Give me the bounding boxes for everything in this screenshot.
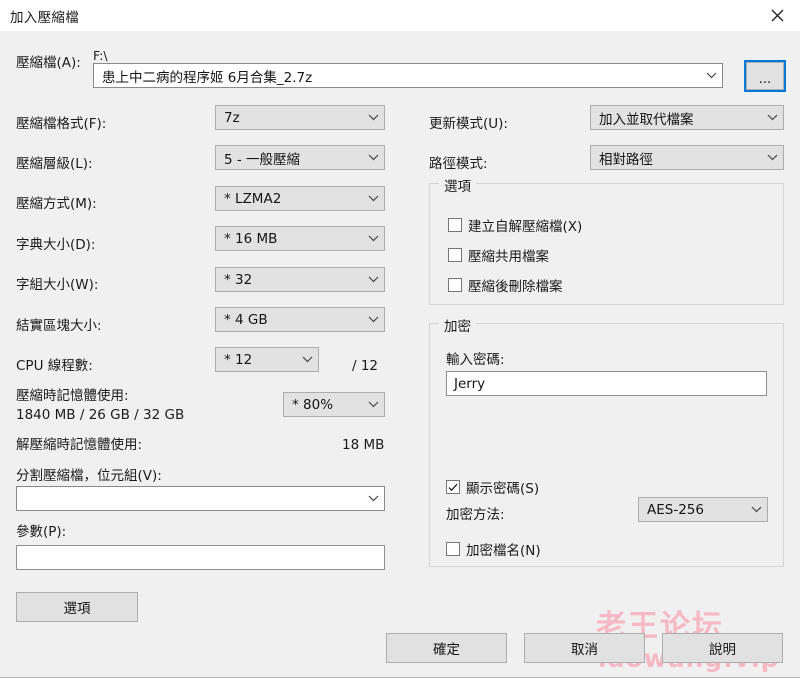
memory-usage-combo[interactable]: * 80% <box>283 392 385 417</box>
memory-compress-label: 壓縮時記憶體使用: <box>16 388 129 404</box>
compression-method-label: 壓縮方式(M): <box>16 196 97 212</box>
dictionary-size-label: 字典大小(D): <box>16 237 96 253</box>
chevron-down-icon <box>362 114 384 121</box>
cpu-threads-total: / 12 <box>352 358 379 374</box>
encryption-method-value: AES-256 <box>647 501 704 518</box>
chevron-down-icon <box>700 72 722 79</box>
checkbox-encrypt-filenames-label: 加密檔名(N) <box>466 543 541 559</box>
compression-method-value: * LZMA2 <box>224 190 282 207</box>
checkbox-delete-after[interactable]: 壓縮後刪除檔案 <box>448 275 563 295</box>
parameters-input[interactable] <box>16 545 385 570</box>
checkbox-box <box>448 218 462 232</box>
memory-compress-detail: 1840 MB / 26 GB / 32 GB <box>16 407 185 423</box>
checkbox-compress-shared[interactable]: 壓縮共用檔案 <box>448 245 549 265</box>
chevron-down-icon <box>761 114 783 121</box>
encryption-method-label: 加密方法: <box>446 507 505 523</box>
cancel-button[interactable]: 取消 <box>524 633 645 663</box>
dictionary-size-value: * 16 MB <box>224 230 278 247</box>
update-mode-combo[interactable]: 加入並取代檔案 <box>590 105 784 130</box>
cpu-threads-label: CPU 線程數: <box>16 358 93 374</box>
chevron-down-icon <box>362 401 384 408</box>
word-size-combo[interactable]: * 32 <box>215 267 385 292</box>
word-size-value: * 32 <box>224 271 253 288</box>
close-icon <box>771 9 784 22</box>
dictionary-size-combo[interactable]: * 16 MB <box>215 226 385 251</box>
update-mode-label: 更新模式(U): <box>429 116 508 132</box>
close-button[interactable] <box>754 0 800 31</box>
archive-format-combo[interactable]: 7z <box>215 105 385 130</box>
chevron-down-icon <box>362 235 384 242</box>
chevron-down-icon <box>362 154 384 161</box>
checkbox-box <box>448 248 462 262</box>
help-button[interactable]: 說明 <box>662 633 783 663</box>
checkbox-create-sfx-label: 建立自解壓縮檔(X) <box>468 219 583 235</box>
archive-filename-value: 患上中二病的程序姬 6月合集_2.7z <box>102 69 313 86</box>
checkbox-compress-shared-label: 壓縮共用檔案 <box>468 249 549 265</box>
archive-format-label: 壓縮檔格式(F): <box>16 116 107 132</box>
word-size-label: 字組大小(W): <box>16 277 99 293</box>
checkbox-box <box>446 480 460 494</box>
chevron-down-icon <box>761 154 783 161</box>
options-button[interactable]: 選項 <box>16 592 138 622</box>
archive-path-prefix: F:\ <box>93 48 108 63</box>
path-mode-combo[interactable]: 相對路徑 <box>590 145 784 170</box>
split-archive-label: 分割壓縮檔，位元組(V): <box>16 468 162 484</box>
chevron-down-icon <box>362 495 384 502</box>
password-label: 輸入密碼: <box>446 352 505 368</box>
chevron-down-icon <box>362 316 384 323</box>
update-mode-value: 加入並取代檔案 <box>599 111 694 128</box>
encryption-groupbox-legend: 加密 <box>439 315 476 335</box>
checkbox-box <box>448 278 462 292</box>
cpu-threads-combo[interactable]: * 12 <box>215 347 319 372</box>
chevron-down-icon <box>362 195 384 202</box>
path-mode-label: 路徑模式: <box>429 156 488 172</box>
archive-format-value: 7z <box>224 109 240 126</box>
ok-button[interactable]: 確定 <box>386 633 507 663</box>
checkbox-show-password[interactable]: 顯示密碼(S) <box>446 477 539 497</box>
solid-block-size-label: 結實區塊大小: <box>16 318 102 334</box>
parameters-label: 參數(P): <box>16 524 67 540</box>
chevron-down-icon <box>362 276 384 283</box>
checkbox-box <box>446 542 460 556</box>
archive-label: 壓縮檔(A): <box>16 55 81 71</box>
split-archive-combo[interactable] <box>16 486 385 511</box>
memory-decompress-label: 解壓縮時記憶體使用: <box>16 437 143 453</box>
checkbox-show-password-label: 顯示密碼(S) <box>466 481 540 497</box>
encryption-method-combo[interactable]: AES-256 <box>638 497 768 522</box>
options-groupbox-legend: 選項 <box>439 175 476 195</box>
solid-block-size-combo[interactable]: * 4 GB <box>215 307 385 332</box>
browse-button[interactable]: ... <box>744 60 786 92</box>
check-icon <box>448 483 458 491</box>
chevron-down-icon <box>296 356 318 363</box>
checkbox-create-sfx[interactable]: 建立自解壓縮檔(X) <box>448 215 582 235</box>
compression-method-combo[interactable]: * LZMA2 <box>215 186 385 211</box>
memory-decompress-value: 18 MB <box>342 437 385 453</box>
cpu-threads-value: * 12 <box>224 351 253 368</box>
compression-level-combo[interactable]: 5 - 一般壓縮 <box>215 145 385 170</box>
compression-level-value: 5 - 一般壓縮 <box>224 151 301 168</box>
window-title: 加入壓縮檔 <box>10 9 79 26</box>
memory-usage-value: * 80% <box>292 396 334 413</box>
checkbox-delete-after-label: 壓縮後刪除檔案 <box>468 279 563 295</box>
compression-level-label: 壓縮層級(L): <box>16 156 93 172</box>
dialog-body: 壓縮檔(A): F:\ 患上中二病的程序姬 6月合集_2.7z ... 壓縮檔格… <box>0 31 800 678</box>
archive-filename-combo[interactable]: 患上中二病的程序姬 6月合集_2.7z <box>93 63 723 88</box>
path-mode-value: 相對路徑 <box>599 151 653 168</box>
checkbox-encrypt-filenames[interactable]: 加密檔名(N) <box>446 539 541 559</box>
solid-block-size-value: * 4 GB <box>224 311 268 328</box>
title-bar: 加入壓縮檔 <box>0 0 800 31</box>
password-input[interactable]: Jerry <box>446 371 767 396</box>
chevron-down-icon <box>745 506 767 513</box>
